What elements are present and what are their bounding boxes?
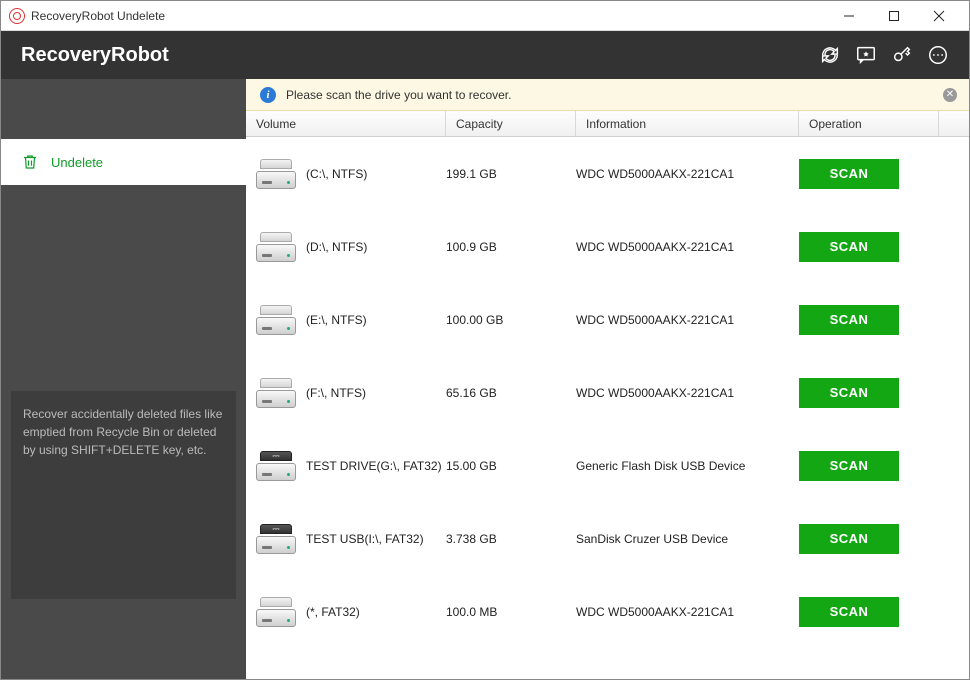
info-cell: WDC WD5000AAKX-221CA1 (576, 167, 799, 181)
scan-button[interactable]: SCAN (799, 524, 899, 554)
sidebar-spacer (1, 185, 246, 391)
col-operation[interactable]: Operation (799, 111, 939, 136)
drive-row[interactable]: (E:\, NTFS)100.00 GBWDC WD5000AAKX-221CA… (246, 283, 969, 356)
col-information[interactable]: Information (576, 111, 799, 136)
maximize-button[interactable] (871, 2, 916, 30)
drive-list[interactable]: (C:\, NTFS)199.1 GBWDC WD5000AAKX-221CA1… (246, 137, 969, 679)
scan-button[interactable]: SCAN (799, 159, 899, 189)
minimize-button[interactable] (826, 2, 871, 30)
info-cell: WDC WD5000AAKX-221CA1 (576, 605, 799, 619)
titlebar: RecoveryRobot Undelete (1, 1, 969, 31)
drive-icon-cell (246, 159, 306, 189)
brand-label: RecoveryRobot (21, 44, 169, 67)
body: Undelete Recover accidentally deleted fi… (1, 79, 969, 679)
usb-drive-icon: ⎓ (256, 524, 296, 554)
scan-button[interactable]: SCAN (799, 451, 899, 481)
drive-row[interactable]: ⎓ TEST USB(I:\, FAT32)3.738 GBSanDisk Cru… (246, 502, 969, 575)
feedback-icon[interactable] (855, 44, 877, 66)
capacity-cell: 65.16 GB (446, 386, 576, 400)
drive-icon-cell (246, 232, 306, 262)
info-icon: i (260, 87, 276, 103)
sidebar-item-undelete[interactable]: Undelete (1, 139, 246, 185)
drive-row[interactable]: ⎓ TEST DRIVE(G:\, FAT32)15.00 GBGeneric F… (246, 429, 969, 502)
window-controls (826, 2, 961, 30)
drive-icon-cell: ⎓ (246, 524, 306, 554)
col-capacity[interactable]: Capacity (446, 111, 576, 136)
info-cell: WDC WD5000AAKX-221CA1 (576, 386, 799, 400)
app-icon (9, 8, 25, 24)
info-cell: WDC WD5000AAKX-221CA1 (576, 313, 799, 327)
info-cell: WDC WD5000AAKX-221CA1 (576, 240, 799, 254)
sidebar-item-label: Undelete (51, 155, 103, 170)
drive-row[interactable]: (D:\, NTFS)100.9 GBWDC WD5000AAKX-221CA1… (246, 210, 969, 283)
hdd-drive-icon (256, 378, 296, 408)
sidebar: Undelete Recover accidentally deleted fi… (1, 79, 246, 679)
scan-button[interactable]: SCAN (799, 232, 899, 262)
volume-cell: TEST DRIVE(G:\, FAT32) (306, 459, 446, 473)
capacity-cell: 100.00 GB (446, 313, 576, 327)
more-icon[interactable] (927, 44, 949, 66)
capacity-cell: 3.738 GB (446, 532, 576, 546)
hdd-drive-icon (256, 159, 296, 189)
volume-cell: (*, FAT32) (306, 605, 446, 619)
drive-icon-cell (246, 378, 306, 408)
op-cell: SCAN (799, 305, 969, 335)
drive-row[interactable]: (F:\, NTFS)65.16 GBWDC WD5000AAKX-221CA1… (246, 356, 969, 429)
close-notice-button[interactable]: ✕ (943, 88, 957, 102)
main-panel: i Please scan the drive you want to reco… (246, 79, 969, 679)
usb-drive-icon: ⎓ (256, 451, 296, 481)
hdd-drive-icon (256, 597, 296, 627)
volume-cell: (C:\, NTFS) (306, 167, 446, 181)
volume-cell: (F:\, NTFS) (306, 386, 446, 400)
window-title: RecoveryRobot Undelete (31, 9, 165, 23)
info-cell: Generic Flash Disk USB Device (576, 459, 799, 473)
key-icon[interactable] (891, 44, 913, 66)
op-cell: SCAN (799, 159, 969, 189)
op-cell: SCAN (799, 232, 969, 262)
op-cell: SCAN (799, 451, 969, 481)
sidebar-desc-wrap: Recover accidentally deleted files like … (1, 391, 246, 679)
app-window: RecoveryRobot Undelete RecoveryRobot (0, 0, 970, 680)
sidebar-spacer-top (1, 79, 246, 139)
capacity-cell: 199.1 GB (446, 167, 576, 181)
col-volume[interactable]: Volume (246, 111, 446, 136)
scan-button[interactable]: SCAN (799, 597, 899, 627)
capacity-cell: 15.00 GB (446, 459, 576, 473)
hdd-drive-icon (256, 232, 296, 262)
grid-header: Volume Capacity Information Operation (246, 111, 969, 137)
header-bar: RecoveryRobot (1, 31, 969, 79)
scan-button[interactable]: SCAN (799, 305, 899, 335)
capacity-cell: 100.9 GB (446, 240, 576, 254)
sidebar-description: Recover accidentally deleted files like … (11, 391, 236, 599)
trash-icon (21, 153, 39, 171)
drive-icon-cell (246, 305, 306, 335)
drive-icon-cell: ⎓ (246, 451, 306, 481)
capacity-cell: 100.0 MB (446, 605, 576, 619)
op-cell: SCAN (799, 378, 969, 408)
close-button[interactable] (916, 2, 961, 30)
volume-cell: (E:\, NTFS) (306, 313, 446, 327)
notice-bar: i Please scan the drive you want to reco… (246, 79, 969, 111)
volume-cell: (D:\, NTFS) (306, 240, 446, 254)
op-cell: SCAN (799, 524, 969, 554)
refresh-icon[interactable] (819, 44, 841, 66)
header-tools (819, 44, 949, 66)
scan-button[interactable]: SCAN (799, 378, 899, 408)
hdd-drive-icon (256, 305, 296, 335)
notice-text: Please scan the drive you want to recove… (286, 88, 511, 102)
volume-cell: TEST USB(I:\, FAT32) (306, 532, 446, 546)
info-cell: SanDisk Cruzer USB Device (576, 532, 799, 546)
drive-icon-cell (246, 597, 306, 627)
col-pad (939, 111, 969, 136)
drive-row[interactable]: (C:\, NTFS)199.1 GBWDC WD5000AAKX-221CA1… (246, 137, 969, 210)
drive-row[interactable]: (*, FAT32)100.0 MBWDC WD5000AAKX-221CA1S… (246, 575, 969, 648)
op-cell: SCAN (799, 597, 969, 627)
